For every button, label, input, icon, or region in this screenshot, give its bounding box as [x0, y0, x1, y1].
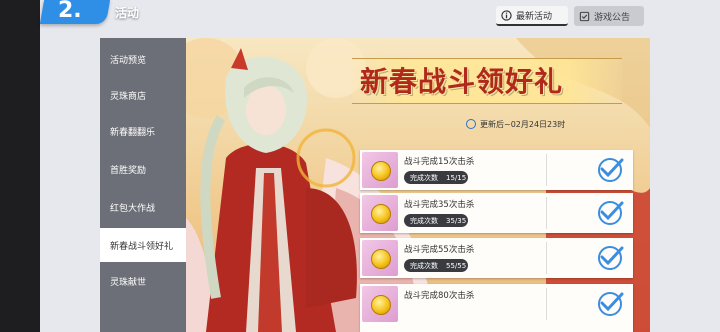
divider	[546, 288, 547, 320]
progress-label: 完成次数	[410, 261, 438, 270]
sidebar-item-label: 新春战斗领好礼	[110, 241, 174, 252]
clock-icon	[466, 119, 476, 129]
notice-icon	[578, 10, 590, 22]
progress-value: 35/35	[446, 216, 467, 225]
sidebar-item-red-packet[interactable]: 红包大作战	[100, 190, 186, 224]
progress-label: 完成次数	[410, 216, 438, 225]
sidebar-item-preview[interactable]: 活动预览	[100, 42, 186, 76]
sidebar-item-battle-gift[interactable]: 新春战斗领好礼	[100, 228, 188, 262]
reward-icon-box	[362, 195, 398, 231]
task-name: 战斗完成15次击杀	[404, 157, 475, 167]
check-icon	[598, 246, 624, 270]
device-edge	[0, 0, 40, 332]
progress-value: 55/55	[446, 261, 467, 270]
tab-latest-events[interactable]: 最新活动	[496, 6, 568, 26]
task-name: 战斗完成35次击杀	[404, 200, 475, 210]
sidebar-item-first-win[interactable]: 首胜奖励	[100, 152, 186, 186]
progress-value: 15/15	[446, 173, 467, 182]
coin-icon	[371, 161, 391, 181]
task-row: 战斗完成55次击杀 完成次数 55/55	[360, 238, 633, 278]
tab-game-notice[interactable]: 游戏公告	[574, 6, 644, 26]
divider	[546, 242, 547, 274]
page-title: 活动	[115, 6, 140, 20]
coin-icon	[371, 204, 391, 224]
progress-label: 完成次数	[410, 173, 438, 182]
sidebar-item-label: 新春翻翻乐	[110, 127, 156, 138]
check-icon	[598, 201, 624, 225]
event-title: 新春战斗领好礼	[360, 65, 564, 98]
reward-icon-box	[362, 240, 398, 276]
sidebar-item-pearl-offering[interactable]: 灵珠献世	[100, 264, 186, 298]
sidebar-item-label: 灵珠商店	[110, 91, 147, 102]
divider	[546, 197, 547, 229]
sidebar-item-label: 活动预览	[110, 55, 147, 66]
task-row: 战斗完成15次击杀 完成次数 15/15	[360, 150, 633, 190]
coin-icon	[371, 295, 391, 315]
info-icon	[500, 9, 512, 21]
check-icon	[598, 292, 624, 316]
event-sidebar: 活动预览 灵珠商店 新春翻翻乐 首胜奖励 红包大作战 新春战斗领好礼 灵珠献世	[100, 38, 188, 332]
sidebar-item-label: 灵珠献世	[110, 277, 147, 288]
task-row: 战斗完成80次击杀	[360, 284, 633, 332]
back-icon[interactable]: 2.	[58, 0, 82, 23]
divider	[546, 154, 547, 186]
task-name: 战斗完成55次击杀	[404, 245, 475, 255]
check-icon	[598, 158, 624, 182]
sidebar-item-label: 红包大作战	[110, 203, 156, 214]
tab-label: 最新活动	[516, 11, 553, 22]
reward-icon-box	[362, 286, 398, 322]
task-name: 战斗完成80次击杀	[404, 291, 475, 301]
coin-icon	[371, 249, 391, 269]
event-time-text: 更新后~02月24日23时	[480, 119, 566, 129]
reward-icon-box	[362, 152, 398, 188]
event-time: 更新后~02月24日23时	[466, 117, 565, 131]
sidebar-item-flip-game[interactable]: 新春翻翻乐	[100, 114, 186, 148]
task-progress: 完成次数 15/15	[404, 171, 468, 184]
task-progress: 完成次数 35/35	[404, 214, 468, 227]
sidebar-item-pearl-shop[interactable]: 灵珠商店	[100, 78, 186, 112]
task-progress: 完成次数 55/55	[404, 259, 468, 272]
tab-label: 游戏公告	[594, 12, 631, 23]
sidebar-item-label: 首胜奖励	[110, 165, 147, 176]
task-row: 战斗完成35次击杀 完成次数 35/35	[360, 193, 633, 233]
